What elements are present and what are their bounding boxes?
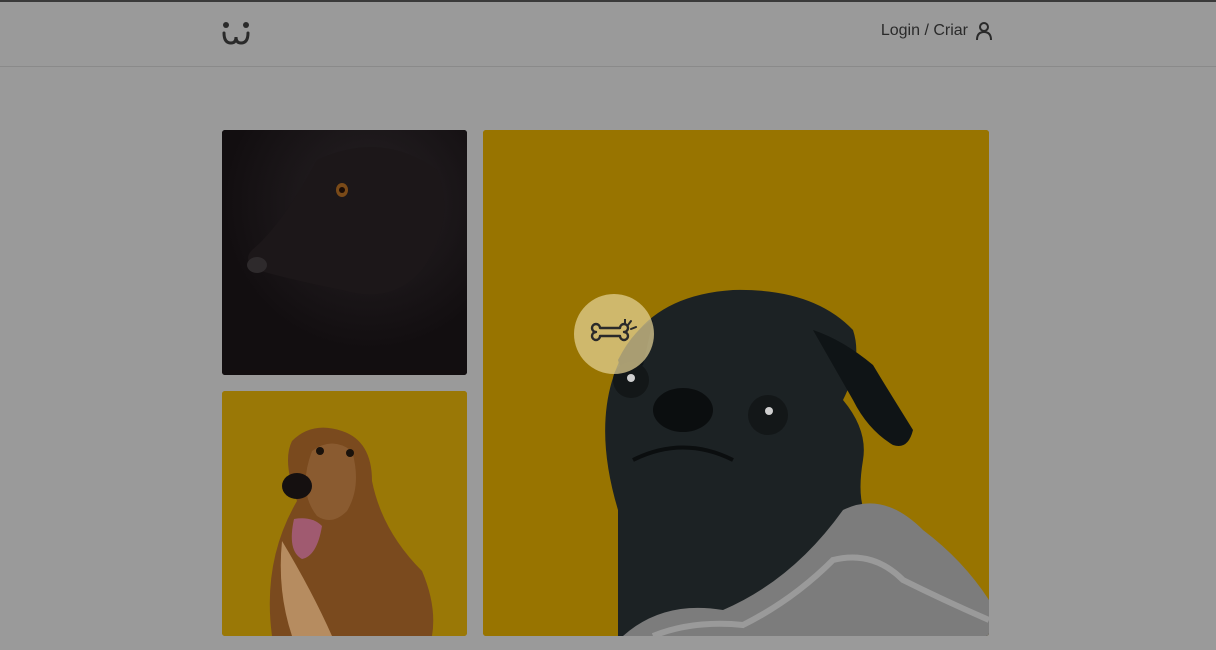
black-dog-photo[interactable] bbox=[222, 130, 467, 375]
loading-indicator bbox=[574, 294, 654, 374]
login-label: Login / Criar bbox=[880, 22, 968, 39]
user-icon bbox=[976, 22, 992, 40]
header: Login / Criar bbox=[0, 2, 1216, 67]
photo-feed bbox=[222, 130, 989, 650]
bone-icon bbox=[590, 317, 638, 350]
pug-photo[interactable] bbox=[483, 130, 989, 636]
afghan-hound-photo[interactable] bbox=[222, 391, 467, 636]
dog-face-icon[interactable] bbox=[221, 19, 251, 47]
login-link[interactable]: Login / Criar bbox=[881, 22, 992, 40]
